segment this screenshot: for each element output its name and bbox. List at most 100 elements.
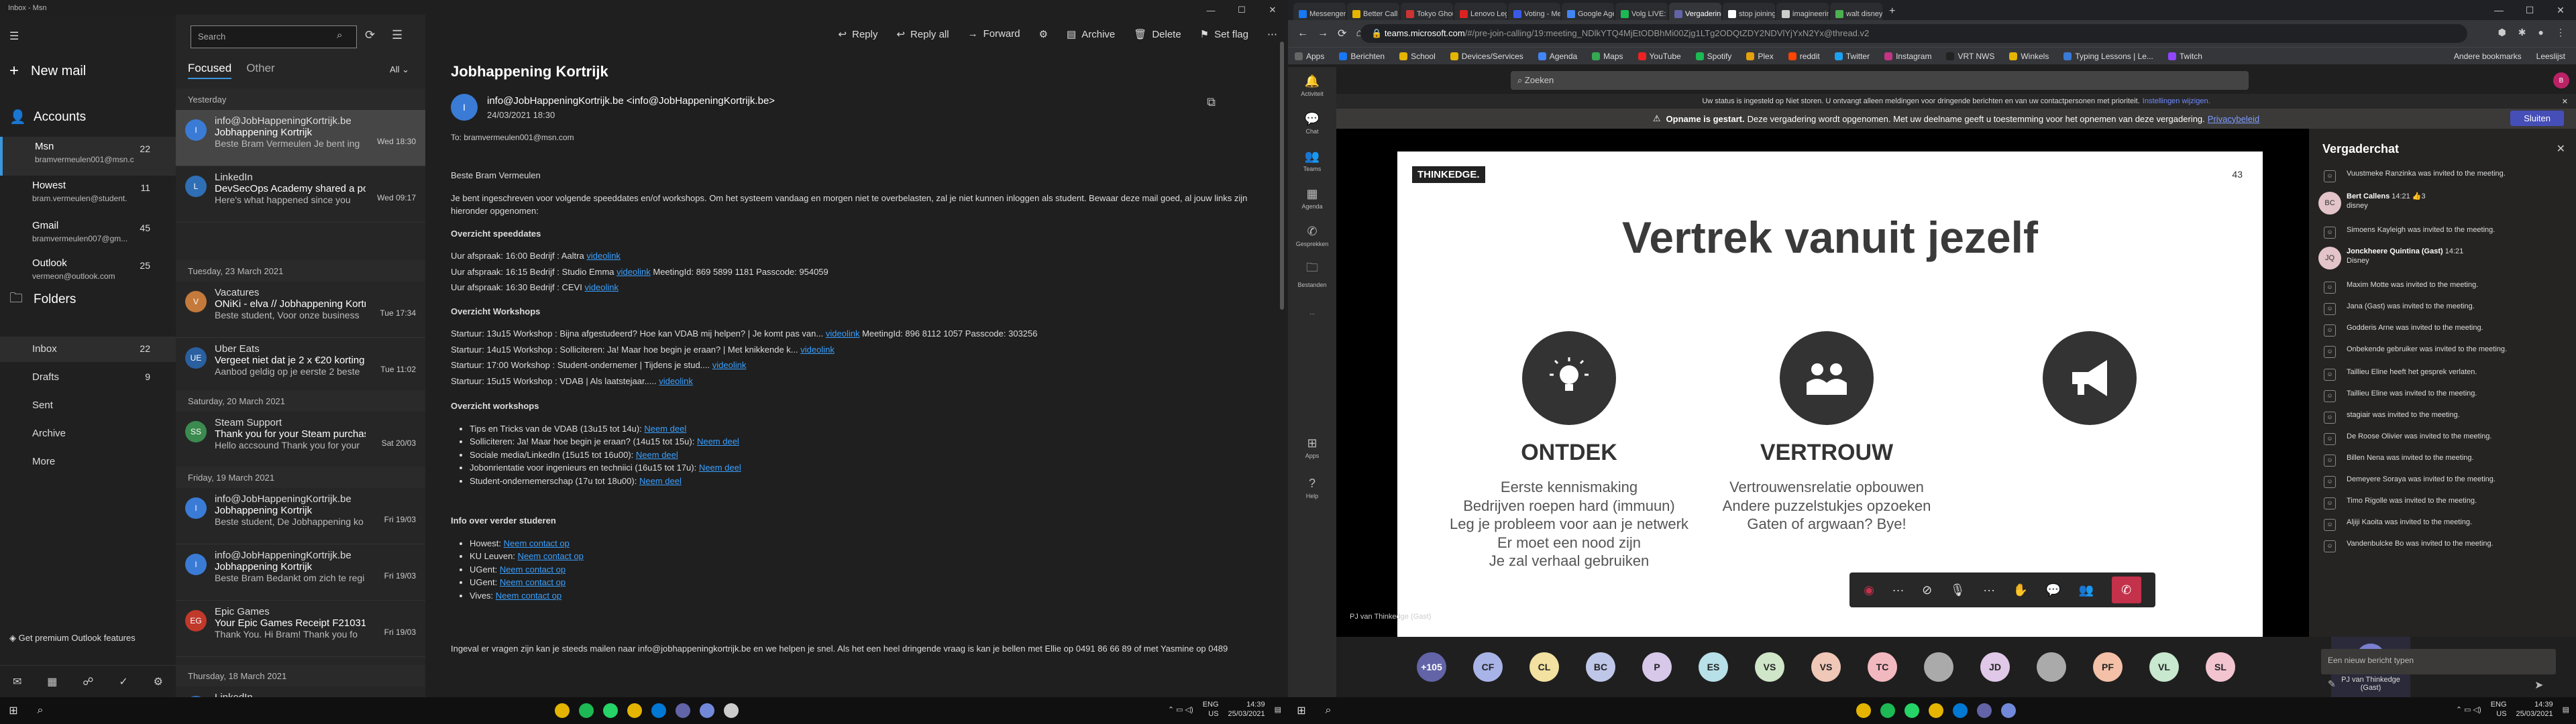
rail-item[interactable]: ✆ Gesprekken bbox=[1288, 217, 1336, 255]
bookmark-item[interactable]: Spotify bbox=[1695, 52, 1731, 61]
bookmark-item[interactable]: VRT NWS bbox=[1946, 52, 1994, 61]
videolink[interactable]: videolink bbox=[712, 360, 747, 370]
close-icon[interactable]: ✕ bbox=[2545, 0, 2576, 20]
accounts-header[interactable]: 👤 Accounts bbox=[9, 109, 86, 125]
bookmark-item[interactable]: Berichten bbox=[1339, 52, 1385, 61]
item-link[interactable]: Neem contact op bbox=[500, 564, 566, 575]
set-flag-button[interactable]: ⚑ Set flag bbox=[1200, 28, 1248, 40]
reply-button[interactable]: ↩ Reply bbox=[839, 28, 878, 40]
rail-item[interactable]: 👥 Teams bbox=[1288, 142, 1336, 180]
account-item[interactable]: Howest bram.vermeulen@student. 11 bbox=[0, 176, 176, 215]
videolink[interactable]: videolink bbox=[616, 267, 651, 277]
message-item[interactable]: V Vacatures ONiKi - elva // Jobhappening K… bbox=[176, 282, 425, 338]
settings-icon[interactable]: ⚙ bbox=[154, 675, 163, 688]
folder-item[interactable]: Inbox 22 bbox=[0, 337, 176, 362]
app-icon[interactable] bbox=[724, 703, 739, 718]
folder-item[interactable]: More bbox=[0, 449, 176, 475]
url-input[interactable]: 🔒 teams.microsoft.com/#/pre-join-calling… bbox=[1360, 24, 2467, 43]
item-link[interactable]: Neem deel bbox=[699, 463, 741, 473]
reaction-badge[interactable]: 👍3 bbox=[2412, 192, 2426, 200]
close-chat-icon[interactable]: ✕ bbox=[2557, 142, 2565, 156]
videolink[interactable]: videolink bbox=[800, 345, 835, 355]
calendar-icon[interactable]: ▦ bbox=[47, 675, 57, 688]
folder-item[interactable]: Drafts 9 bbox=[0, 365, 176, 390]
bookmark-item[interactable]: reddit bbox=[1788, 52, 1820, 61]
bookmark-item[interactable]: Devices/Services bbox=[1450, 52, 1523, 61]
item-link[interactable]: Neem deel bbox=[697, 436, 739, 446]
rail-item[interactable]: 💬 Chat bbox=[1288, 105, 1336, 142]
rail-item[interactable]: ? Help bbox=[1288, 469, 1336, 507]
participant-avatar[interactable]: TC bbox=[1868, 652, 1897, 682]
spotify-icon[interactable] bbox=[1880, 703, 1895, 718]
close-banner-button[interactable]: Sluiten bbox=[2510, 111, 2564, 126]
participant-avatar[interactable]: P bbox=[1642, 652, 1672, 682]
scrollbar[interactable] bbox=[1280, 42, 1284, 310]
item-link[interactable]: Neem deel bbox=[636, 450, 678, 460]
rail-item[interactable]: ▦ Agenda bbox=[1288, 180, 1336, 217]
participant-avatar[interactable]: VS bbox=[1811, 652, 1841, 682]
rail-item[interactable]: ⊞ Apps bbox=[1288, 429, 1336, 467]
tray-icons[interactable]: ⌃ ▭ ◁) bbox=[2456, 705, 2481, 714]
avatar[interactable]: B bbox=[2553, 72, 2569, 88]
browser-tab[interactable]: Tokyo Ghoul:re bbox=[1401, 3, 1453, 20]
tab-focused[interactable]: Focused bbox=[188, 62, 232, 79]
chrome-icon[interactable] bbox=[555, 703, 570, 718]
back-icon[interactable]: ← bbox=[1297, 27, 1308, 40]
close-icon[interactable]: ✕ bbox=[2562, 97, 2568, 106]
browser-tab[interactable]: Lenovo Legion 5 bbox=[1454, 3, 1507, 20]
camera-off-icon[interactable]: ⊘ bbox=[1922, 583, 1932, 597]
participant-avatar[interactable]: BC bbox=[1586, 652, 1615, 682]
message-item[interactable]: Iinfo@JobHappeningKortrijk.be Jobhappenin… bbox=[176, 488, 425, 544]
participant-avatar[interactable]: SL bbox=[2206, 652, 2235, 682]
item-link[interactable]: Neem contact op bbox=[518, 551, 584, 561]
more-icon[interactable]: ⋯ bbox=[1267, 28, 1277, 40]
mail-icon[interactable]: ✉ bbox=[13, 675, 21, 688]
item-link[interactable]: Neem deel bbox=[639, 476, 682, 486]
whatsapp-icon[interactable] bbox=[1904, 703, 1919, 718]
browser-tab[interactable]: stop joining sou bbox=[1723, 3, 1775, 20]
tab-other[interactable]: Other bbox=[246, 62, 275, 79]
bookmark-item[interactable]: Twitch bbox=[2167, 52, 2202, 61]
premium-link[interactable]: ◈ Get premium Outlook features bbox=[9, 633, 136, 644]
browser-tab[interactable]: walt disney wor bbox=[1830, 3, 1882, 20]
rail-item[interactable]: 🔔 Activiteit bbox=[1288, 67, 1336, 105]
search-icon[interactable]: ⌕ bbox=[337, 29, 342, 41]
forward-icon[interactable]: → bbox=[1318, 27, 1328, 40]
chat-message[interactable]: BC Bert Callens 14:21 👍3 disney bbox=[2309, 192, 2576, 215]
filter-dropdown[interactable]: All ⌄ bbox=[390, 64, 409, 75]
participant-avatar[interactable]: PF bbox=[2093, 652, 2123, 682]
search-icon[interactable]: ⌕ bbox=[30, 701, 51, 721]
chrome-icon[interactable] bbox=[1856, 703, 1871, 718]
bookmark-item[interactable]: School bbox=[1399, 52, 1436, 61]
account-item[interactable]: Outlook vermeon@outlook.com 25 bbox=[0, 253, 176, 292]
raise-hand-icon[interactable]: ✋ bbox=[2013, 583, 2028, 597]
maximize-icon[interactable]: ☐ bbox=[2514, 0, 2545, 20]
lang-indicator[interactable]: ENG US bbox=[2491, 700, 2507, 719]
browser-tab[interactable]: Voting - Mentim bbox=[1508, 3, 1560, 20]
item-link[interactable]: Neem contact op bbox=[500, 577, 566, 587]
bookmark-item[interactable]: Winkels bbox=[2009, 52, 2049, 61]
teams-icon[interactable] bbox=[1977, 703, 1992, 718]
more-icon[interactable]: ··· bbox=[1983, 583, 1995, 597]
browser-tab[interactable]: Better Call Saul bbox=[1347, 3, 1399, 20]
videolink[interactable]: videolink bbox=[586, 251, 621, 261]
browser-tab[interactable]: imagineering st bbox=[1776, 3, 1829, 20]
teams-icon[interactable] bbox=[676, 703, 690, 718]
clock[interactable]: 14:39 25/03/2021 bbox=[2516, 700, 2553, 719]
browser-tab[interactable]: Google Agenda bbox=[1562, 3, 1614, 20]
folders-header[interactable]: 🗀 Folders bbox=[9, 288, 76, 311]
participant-avatar[interactable]: VS bbox=[1755, 652, 1784, 682]
participant-avatar[interactable]: ES bbox=[1699, 652, 1728, 682]
participants-icon[interactable]: 👥 bbox=[2079, 583, 2094, 597]
teams-search-input[interactable]: ⌕ Zoeken bbox=[1511, 71, 2249, 90]
folder-item[interactable]: Archive bbox=[0, 421, 176, 446]
bookmark-item[interactable]: Twitter bbox=[1834, 52, 1870, 61]
notifications-icon[interactable]: ▤ bbox=[2563, 705, 2569, 714]
explorer-icon[interactable] bbox=[627, 703, 642, 718]
rail-item[interactable]: ... bbox=[1288, 292, 1336, 330]
profile-icon[interactable]: ● bbox=[2538, 27, 2544, 38]
bookmark-item[interactable]: Apps bbox=[1295, 52, 1324, 61]
message-item[interactable]: L LinkedIn DevSecOps Academy shared a pos H… bbox=[176, 166, 425, 223]
bookmark-item[interactable]: Maps bbox=[1592, 52, 1623, 61]
bookmark-folder[interactable]: Andere bookmarks bbox=[2454, 52, 2522, 61]
